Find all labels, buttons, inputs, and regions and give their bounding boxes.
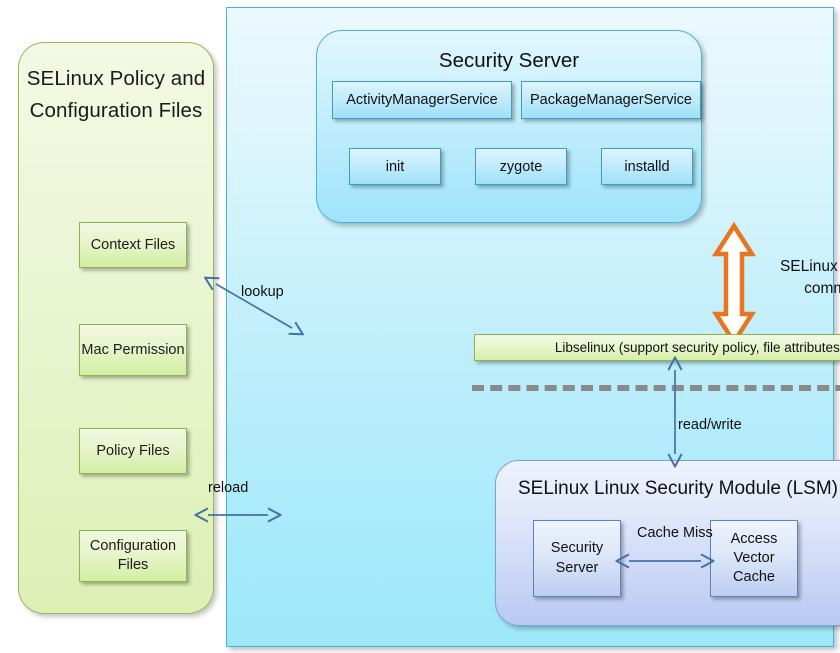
read-write-label: read/write xyxy=(678,417,742,433)
cache-miss-label: Cache Miss xyxy=(637,525,713,541)
selinux-policy-panel: SELinux Policy and Configuration Files C… xyxy=(18,42,214,614)
policy-box-configuration-files: Configuration Files xyxy=(79,530,187,582)
lsm-title: SELinux Linux Security Module (LSM) xyxy=(518,478,838,499)
process-init: init xyxy=(349,148,441,185)
kernel-boundary-divider xyxy=(472,385,840,391)
policy-panel-title: SELinux Policy and Configuration Files xyxy=(26,67,206,122)
policy-box-mac-permission: Mac Permission xyxy=(79,324,187,376)
reload-label: reload xyxy=(208,480,249,496)
security-server-title: Security Server xyxy=(438,49,580,72)
lsm-security-server-box: Security Server xyxy=(533,520,621,597)
policy-box-policy-files: Policy Files xyxy=(79,428,187,474)
libselinux-bar: Libselinux (support security policy, fil… xyxy=(474,334,840,361)
lookup-label: lookup xyxy=(241,284,284,300)
service-activity-manager-service: ActivityManagerService xyxy=(332,81,512,119)
lsm-access-vector-cache-box: Access Vector Cache xyxy=(710,520,798,597)
diagram-canvas: SELinux Policy and Configuration Files C… xyxy=(0,0,840,653)
read-write-arrow xyxy=(668,364,682,460)
service-package-manager-service: PackageManagerService xyxy=(521,81,701,119)
selinux-utilities-label: SELinux utilities & commands xyxy=(779,258,840,298)
lsm-box: SELinux Linux Security Module (LSM) Secu… xyxy=(495,460,840,626)
android-system-panel: Security Server ActivityManagerService P… xyxy=(226,7,840,647)
reload-arrow xyxy=(202,508,274,522)
cache-miss-arrow xyxy=(623,554,707,568)
process-installd: installd xyxy=(601,148,693,185)
policy-box-context-files: Context Files xyxy=(79,222,187,268)
security-server-box: Security Server ActivityManagerService P… xyxy=(316,30,702,223)
process-zygote: zygote xyxy=(475,148,567,185)
